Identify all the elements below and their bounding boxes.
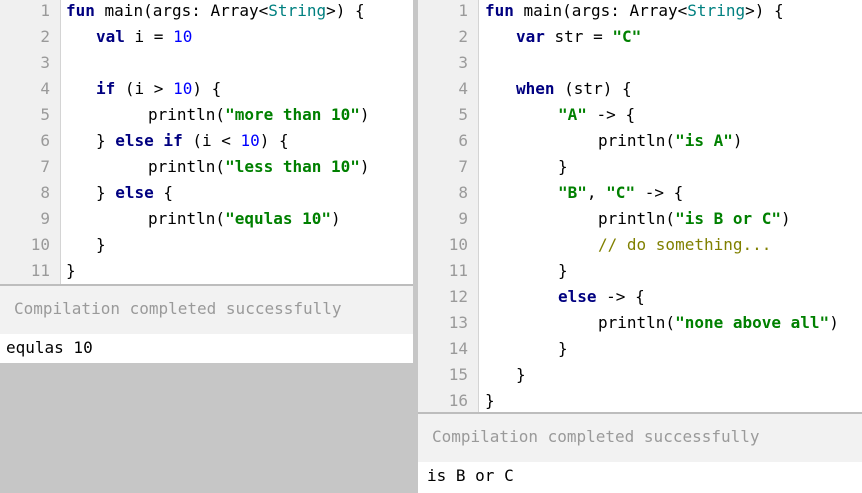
line-number: 8: [458, 183, 468, 202]
code-line: 4 if (i > 10) {: [0, 76, 413, 102]
code-line: 5 println("more than 10"): [0, 102, 413, 128]
line-number: 1: [40, 1, 50, 20]
code-text: }: [558, 157, 568, 176]
line-number: 1: [458, 1, 468, 20]
code-line: 1 fun main(args: Array<String>) {: [418, 0, 862, 24]
line-number: 3: [40, 53, 50, 72]
code-text: else -> {: [558, 287, 645, 306]
right-code-editor[interactable]: 1 fun main(args: Array<String>) { 2 var …: [418, 0, 862, 412]
status-text: Compilation completed successfully: [14, 299, 342, 318]
right-output-console: is B or C: [418, 462, 862, 493]
code-text: fun main(args: Array<String>) {: [485, 1, 784, 20]
code-text: println("equlas 10"): [148, 209, 341, 228]
code-text: "B", "C" -> {: [558, 183, 684, 202]
code-line: 8 } else {: [0, 180, 413, 206]
code-text: }: [558, 339, 568, 358]
code-line: 14 }: [418, 336, 862, 362]
left-panel: 1 fun main(args: Array<String>) { 2 val …: [0, 0, 413, 363]
left-code-editor[interactable]: 1 fun main(args: Array<String>) { 2 val …: [0, 0, 413, 284]
code-line: 5 "A" -> {: [418, 102, 862, 128]
code-line: 3: [418, 50, 862, 76]
line-number: 2: [40, 27, 50, 46]
code-line: 9 println("is B or C"): [418, 206, 862, 232]
code-text: val i = 10: [96, 27, 193, 46]
code-text: } else if (i < 10) {: [96, 131, 289, 150]
line-number: 7: [40, 157, 50, 176]
code-line: 6 println("is A"): [418, 128, 862, 154]
status-text: Compilation completed successfully: [432, 427, 760, 446]
code-line: 15 }: [418, 362, 862, 388]
code-line: 12 else -> {: [418, 284, 862, 310]
code-text: println("is B or C"): [598, 209, 791, 228]
line-number: 9: [458, 209, 468, 228]
line-number: 6: [40, 131, 50, 150]
code-line: 2 var str = "C": [418, 24, 862, 50]
line-number: 11: [448, 261, 468, 280]
line-number: 8: [40, 183, 50, 202]
line-number: 5: [40, 105, 50, 124]
output-text: is B or C: [427, 466, 514, 485]
code-line: 6 } else if (i < 10) {: [0, 128, 413, 154]
code-text: println("less than 10"): [148, 157, 370, 176]
code-text: fun main(args: Array<String>) {: [66, 1, 365, 20]
code-text: println("more than 10"): [148, 105, 370, 124]
line-number: 7: [458, 157, 468, 176]
right-panel: 1 fun main(args: Array<String>) { 2 var …: [418, 0, 862, 493]
code-text: var str = "C": [516, 27, 642, 46]
line-number: 15: [448, 365, 468, 384]
code-text: println("is A"): [598, 131, 743, 150]
code-text: }: [558, 261, 568, 280]
code-line: 7 }: [418, 154, 862, 180]
code-line: 1 fun main(args: Array<String>) {: [0, 0, 413, 24]
line-number: 14: [448, 339, 468, 358]
code-text: println("none above all"): [598, 313, 839, 332]
line-number: 16: [448, 391, 468, 410]
line-number: 13: [448, 313, 468, 332]
line-number: 12: [448, 287, 468, 306]
line-number: 2: [458, 27, 468, 46]
code-line: 16 }: [418, 388, 862, 414]
line-number: 10: [30, 235, 50, 254]
code-line: 7 println("less than 10"): [0, 154, 413, 180]
code-line: 11 }: [418, 258, 862, 284]
line-number: 10: [448, 235, 468, 254]
code-comment: // do something...: [598, 235, 772, 254]
line-number: 4: [40, 79, 50, 98]
line-number: 5: [458, 105, 468, 124]
left-compilation-status: Compilation completed successfully: [0, 284, 413, 334]
code-text: }: [96, 235, 106, 254]
code-text: if (i > 10) {: [96, 79, 222, 98]
code-text: when (str) {: [516, 79, 632, 98]
line-number: 6: [458, 131, 468, 150]
code-line: 2 val i = 10: [0, 24, 413, 50]
code-text: }: [516, 365, 526, 384]
code-text: }: [66, 261, 76, 280]
line-number: 11: [30, 261, 50, 280]
code-line: 3: [0, 50, 413, 76]
line-number: 4: [458, 79, 468, 98]
line-number: 3: [458, 53, 468, 72]
code-line: 9 println("equlas 10"): [0, 206, 413, 232]
output-text: equlas 10: [6, 338, 93, 357]
left-output-console: equlas 10: [0, 334, 413, 363]
right-compilation-status: Compilation completed successfully: [418, 412, 862, 462]
code-line: 8 "B", "C" -> {: [418, 180, 862, 206]
code-text: }: [485, 391, 495, 410]
code-line: 13 println("none above all"): [418, 310, 862, 336]
code-text: "A" -> {: [558, 105, 636, 124]
code-line: 11 }: [0, 258, 413, 284]
code-text: } else {: [96, 183, 174, 202]
line-number: 9: [40, 209, 50, 228]
code-line: 4 when (str) {: [418, 76, 862, 102]
code-line: 10 }: [0, 232, 413, 258]
code-line: 10 // do something...: [418, 232, 862, 258]
